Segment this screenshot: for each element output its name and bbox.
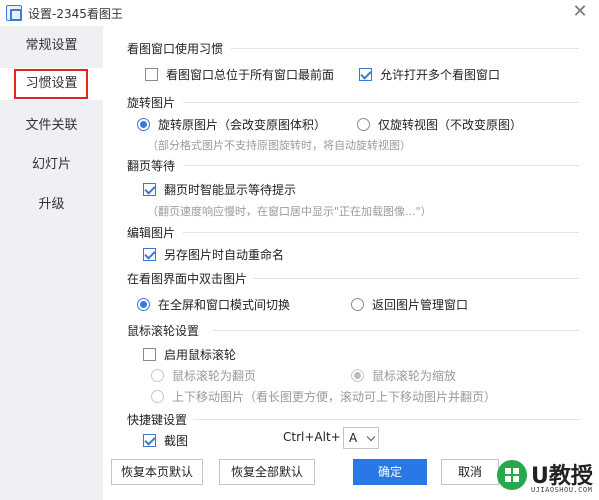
checkbox-box[interactable] — [143, 434, 156, 447]
back-to-manager-radio[interactable]: 返回图片管理窗口 — [351, 296, 468, 313]
wheel-zoom-radio[interactable]: 鼠标滚轮为缩放 — [351, 367, 456, 384]
section-divider — [231, 48, 579, 49]
sidebar-item-slideshow[interactable]: 幻灯片 — [0, 149, 103, 181]
wheel-zoom-label: 鼠标滚轮为缩放 — [372, 369, 457, 383]
settings-panel: 看图窗口使用习惯 看图窗口总位于所有窗口最前面 允许打开多个看图窗口 旋转图片 … — [103, 26, 599, 500]
checkbox-box[interactable] — [143, 183, 156, 196]
section-divider — [183, 232, 579, 233]
watermark: U教授 UJIAOSHOU.COM — [497, 460, 593, 496]
multi-window-checkbox[interactable]: 允许打开多个看图窗口 — [359, 66, 500, 83]
sidebar-item-upgrade[interactable]: 升级 — [0, 189, 103, 221]
window-title: 设置-2345看图王 — [28, 7, 123, 21]
section-title-edit: 编辑图片 — [127, 226, 176, 240]
scroll-image-radio[interactable]: 上下移动图片（看长图更方便，滚动可上下移动图片并翻页） — [151, 388, 496, 405]
section-title-page-wait: 翻页等待 — [127, 159, 176, 173]
screenshot-label: 截图 — [164, 434, 189, 448]
section-title-wheel: 鼠标滚轮设置 — [127, 324, 200, 338]
chevron-down-icon — [366, 432, 376, 442]
section-title-window-habit: 看图窗口使用习惯 — [127, 42, 224, 56]
rotate-view-radio[interactable]: 仅旋转视图（不改变原图） — [357, 116, 522, 133]
watermark-site: UJIAOSHOU.COM — [531, 486, 593, 494]
windows-logo-icon — [497, 460, 527, 490]
hotkey-combo-label: Ctrl+Alt+ — [283, 430, 341, 444]
checkbox-box[interactable] — [359, 68, 372, 81]
sidebar-item-file-association[interactable]: 文件关联 — [0, 110, 103, 142]
rotate-view-label: 仅旋转视图（不改变原图） — [378, 118, 523, 132]
page-wait-hint: （翻页速度响应慢时，在窗口居中显示"正在加载图像..."） — [147, 205, 432, 218]
smart-wait-label: 翻页时智能显示等待提示 — [164, 183, 297, 197]
rotate-original-label: 旋转原图片（会改变原图体积） — [158, 118, 327, 132]
checkbox-box[interactable] — [145, 68, 158, 81]
sidebar-item-general[interactable]: 常规设置 — [0, 30, 103, 62]
app-icon — [6, 5, 22, 21]
back-to-manager-label: 返回图片管理窗口 — [372, 298, 469, 312]
rotate-hint: （部分格式图片不支持原图旋转时，将自动旋转视图） — [147, 139, 411, 152]
radio-button[interactable] — [151, 390, 164, 403]
sidebar-item-habits[interactable]: 习惯设置 — [0, 68, 103, 100]
title-bar: 设置-2345看图王 ✕ — [0, 0, 599, 26]
hotkey-key-select[interactable]: A — [343, 427, 379, 449]
multi-window-label: 允许打开多个看图窗口 — [380, 68, 501, 82]
hotkey-key-value: A — [349, 431, 358, 445]
radio-button[interactable] — [137, 298, 150, 311]
checkbox-box[interactable] — [143, 248, 156, 261]
section-divider — [183, 165, 579, 166]
rotate-original-radio[interactable]: 旋转原图片（会改变原图体积） — [137, 116, 326, 133]
always-on-top-label: 看图窗口总位于所有窗口最前面 — [166, 68, 335, 82]
radio-button[interactable] — [151, 369, 164, 382]
screenshot-checkbox[interactable]: 截图 — [143, 432, 188, 449]
wheel-page-radio[interactable]: 鼠标滚轮为翻页 — [151, 367, 256, 384]
scroll-image-label: 上下移动图片（看长图更方便，滚动可上下移动图片并翻页） — [172, 390, 497, 404]
toggle-fullscreen-label: 在全屏和窗口模式间切换 — [158, 298, 291, 312]
auto-rename-checkbox[interactable]: 另存图片时自动重命名 — [143, 246, 284, 263]
wheel-page-label: 鼠标滚轮为翻页 — [172, 369, 257, 383]
section-divider — [183, 102, 579, 103]
section-title-double-click: 在看图界面中双击图片 — [127, 272, 248, 286]
auto-rename-label: 另存图片时自动重命名 — [164, 248, 285, 262]
enable-wheel-label: 启用鼠标滚轮 — [164, 348, 237, 362]
section-divider — [253, 278, 579, 279]
section-divider — [193, 419, 579, 420]
radio-button[interactable] — [357, 118, 370, 131]
ok-button[interactable]: 确定 — [353, 459, 427, 485]
cancel-button[interactable]: 取消 — [441, 459, 499, 485]
toggle-fullscreen-radio[interactable]: 在全屏和窗口模式间切换 — [137, 296, 290, 313]
always-on-top-checkbox[interactable]: 看图窗口总位于所有窗口最前面 — [145, 66, 334, 83]
radio-button[interactable] — [351, 369, 364, 382]
restore-page-defaults-button[interactable]: 恢复本页默认 — [111, 459, 203, 485]
radio-button[interactable] — [137, 118, 150, 131]
close-icon[interactable]: ✕ — [569, 2, 591, 24]
restore-all-defaults-button[interactable]: 恢复全部默认 — [219, 459, 315, 485]
radio-button[interactable] — [351, 298, 364, 311]
section-title-rotate: 旋转图片 — [127, 96, 176, 110]
section-title-hotkey: 快捷键设置 — [127, 413, 188, 427]
settings-sidebar: 常规设置 习惯设置 文件关联 幻灯片 升级 — [0, 26, 103, 500]
smart-wait-checkbox[interactable]: 翻页时智能显示等待提示 — [143, 181, 296, 198]
enable-wheel-checkbox[interactable]: 启用鼠标滚轮 — [143, 346, 236, 363]
section-divider — [213, 330, 579, 331]
checkbox-box[interactable] — [143, 348, 156, 361]
